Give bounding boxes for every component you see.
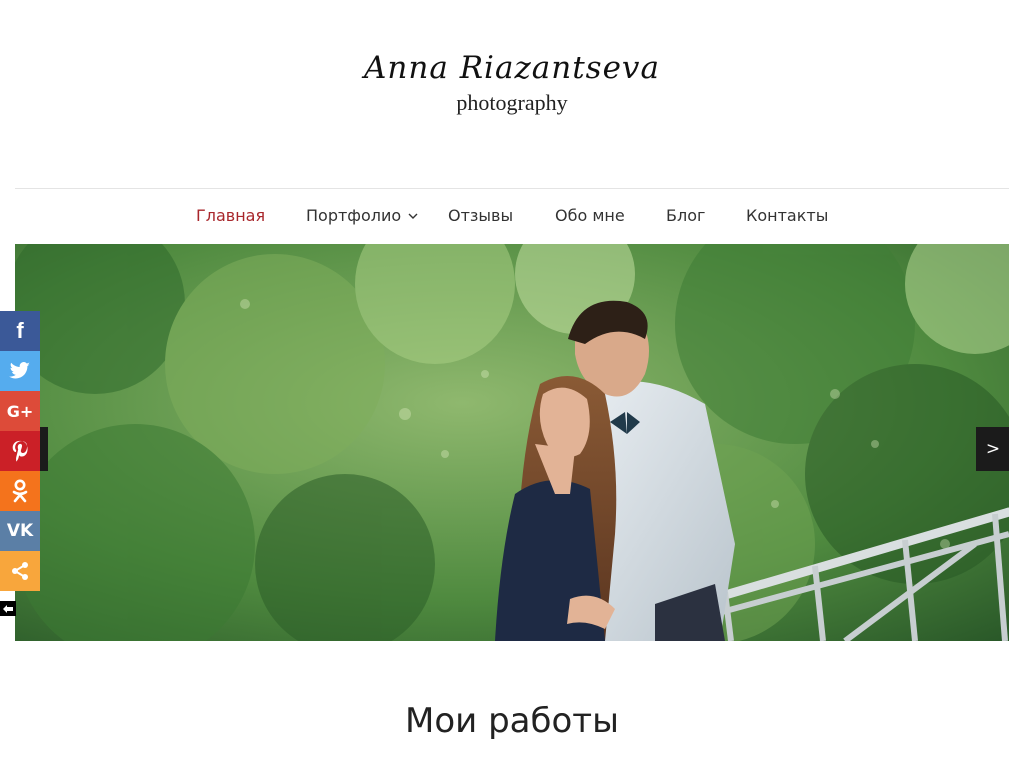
share-bar-toggle-button[interactable] [0,601,16,616]
logo-name: Anna Riazantseva [364,50,660,86]
hand-icon [3,605,13,613]
share-twitter-button[interactable] [0,351,40,391]
pinterest-icon [12,440,28,462]
nav-item-contacts[interactable]: Контакты [746,189,828,243]
share-pinterest-button[interactable] [0,431,40,471]
nav-item-blog[interactable]: Блог [666,189,705,243]
share-google-plus-button[interactable]: G+ [0,391,40,431]
nav-item-reviews[interactable]: Отзывы [448,189,513,243]
share-more-button[interactable] [0,551,40,591]
logo-subtitle: photography [456,90,568,115]
slide-photo [15,244,1009,641]
google-plus-icon: G+ [6,401,34,421]
hero-slider: < > [15,244,1009,641]
social-share-bar: f G+ VK [0,311,40,591]
nav-item-home[interactable]: Главная [196,189,265,243]
odnoklassniki-icon [12,479,28,503]
share-facebook-button[interactable]: f [0,311,40,351]
chevron-down-icon[interactable] [408,211,418,221]
nav-item-about[interactable]: Обо мне [555,189,625,243]
share-vk-button[interactable]: VK [0,511,40,551]
vk-icon: VK [6,521,34,541]
slider-next-button[interactable]: > [976,427,1009,471]
main-nav: Главная Портфолио Отзывы Обо мне Блог Ко… [15,188,1009,243]
site-logo[interactable]: Anna Riazantseva photography [0,48,1024,116]
facebook-icon: f [16,318,24,343]
share-odnoklassniki-button[interactable] [0,471,40,511]
nav-item-portfolio[interactable]: Портфолио [306,189,401,243]
twitter-icon [9,362,30,379]
share-icon [12,562,28,580]
section-title: Мои работы [405,701,619,741]
